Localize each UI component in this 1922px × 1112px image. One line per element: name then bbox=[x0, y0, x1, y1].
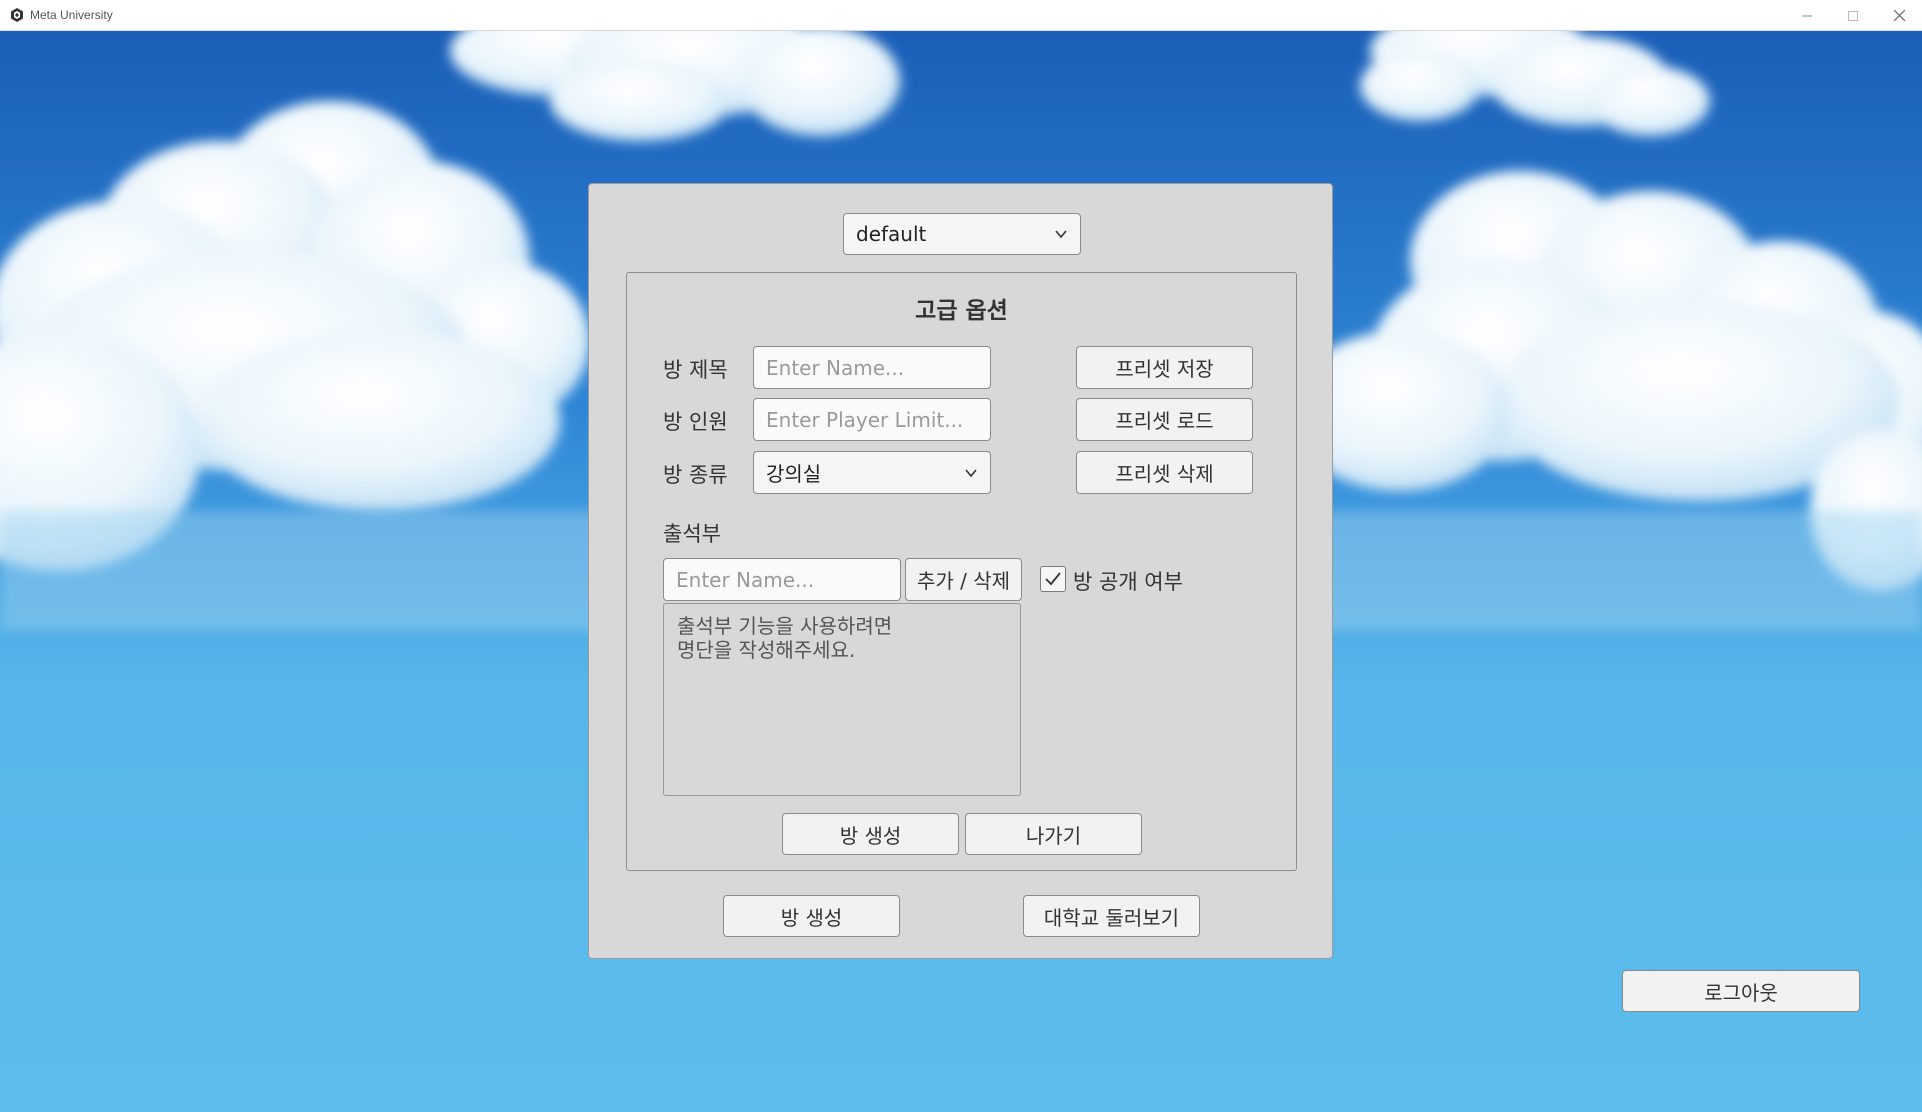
preset-dropdown-value: default bbox=[856, 222, 927, 246]
public-room-checkbox[interactable] bbox=[1040, 566, 1066, 592]
chevron-down-icon bbox=[965, 468, 977, 477]
close-icon bbox=[1893, 10, 1905, 21]
exit-button[interactable]: 나가기 bbox=[965, 813, 1142, 855]
attendance-name-input[interactable] bbox=[663, 558, 901, 601]
checkmark-icon bbox=[1045, 572, 1061, 586]
preset-dropdown[interactable]: default bbox=[843, 213, 1081, 255]
room-limit-label: 방 인원 bbox=[663, 410, 728, 434]
minimize-icon bbox=[1802, 15, 1812, 16]
room-title-input[interactable] bbox=[753, 346, 991, 389]
preset-save-button[interactable]: 프리셋 저장 bbox=[1076, 346, 1253, 389]
chevron-down-icon bbox=[1055, 230, 1067, 239]
minimize-button[interactable] bbox=[1784, 0, 1830, 31]
window-title: Meta University bbox=[30, 8, 113, 22]
advanced-options-box: 고급 옵션 방 제목 프리셋 저장 방 인원 프리셋 로드 방 종류 강의실 프… bbox=[626, 272, 1297, 871]
attendance-label: 출석부 bbox=[663, 522, 721, 546]
room-type-label: 방 종류 bbox=[663, 463, 728, 487]
add-remove-button[interactable]: 추가 / 삭제 bbox=[905, 558, 1022, 601]
close-window-button[interactable] bbox=[1876, 0, 1922, 31]
unity-app-icon bbox=[11, 8, 23, 22]
create-room-button[interactable]: 방 생성 bbox=[723, 895, 900, 937]
preset-delete-button[interactable]: 프리셋 삭제 bbox=[1076, 451, 1253, 494]
logout-button[interactable]: 로그아웃 bbox=[1622, 970, 1860, 1012]
advanced-options-title: 고급 옵션 bbox=[915, 298, 1008, 324]
room-title-label: 방 제목 bbox=[663, 358, 728, 382]
room-limit-input[interactable] bbox=[753, 398, 991, 441]
inner-create-room-button[interactable]: 방 생성 bbox=[782, 813, 959, 855]
campus-tour-button[interactable]: 대학교 둘러보기 bbox=[1023, 895, 1200, 937]
preset-load-button[interactable]: 프리셋 로드 bbox=[1076, 398, 1253, 441]
room-type-value: 강의실 bbox=[766, 462, 822, 486]
room-creation-panel: default 고급 옵션 방 제목 프리셋 저장 방 인원 프리셋 로드 방 … bbox=[588, 183, 1333, 959]
room-type-dropdown[interactable]: 강의실 bbox=[753, 451, 991, 494]
window-titlebar: Meta University bbox=[0, 0, 1922, 31]
maximize-button[interactable] bbox=[1830, 0, 1876, 31]
attendance-list[interactable]: 출석부 기능을 사용하려면 명단을 작성해주세요. bbox=[663, 603, 1021, 796]
public-room-label: 방 공개 여부 bbox=[1073, 570, 1183, 594]
maximize-icon bbox=[1848, 10, 1858, 21]
